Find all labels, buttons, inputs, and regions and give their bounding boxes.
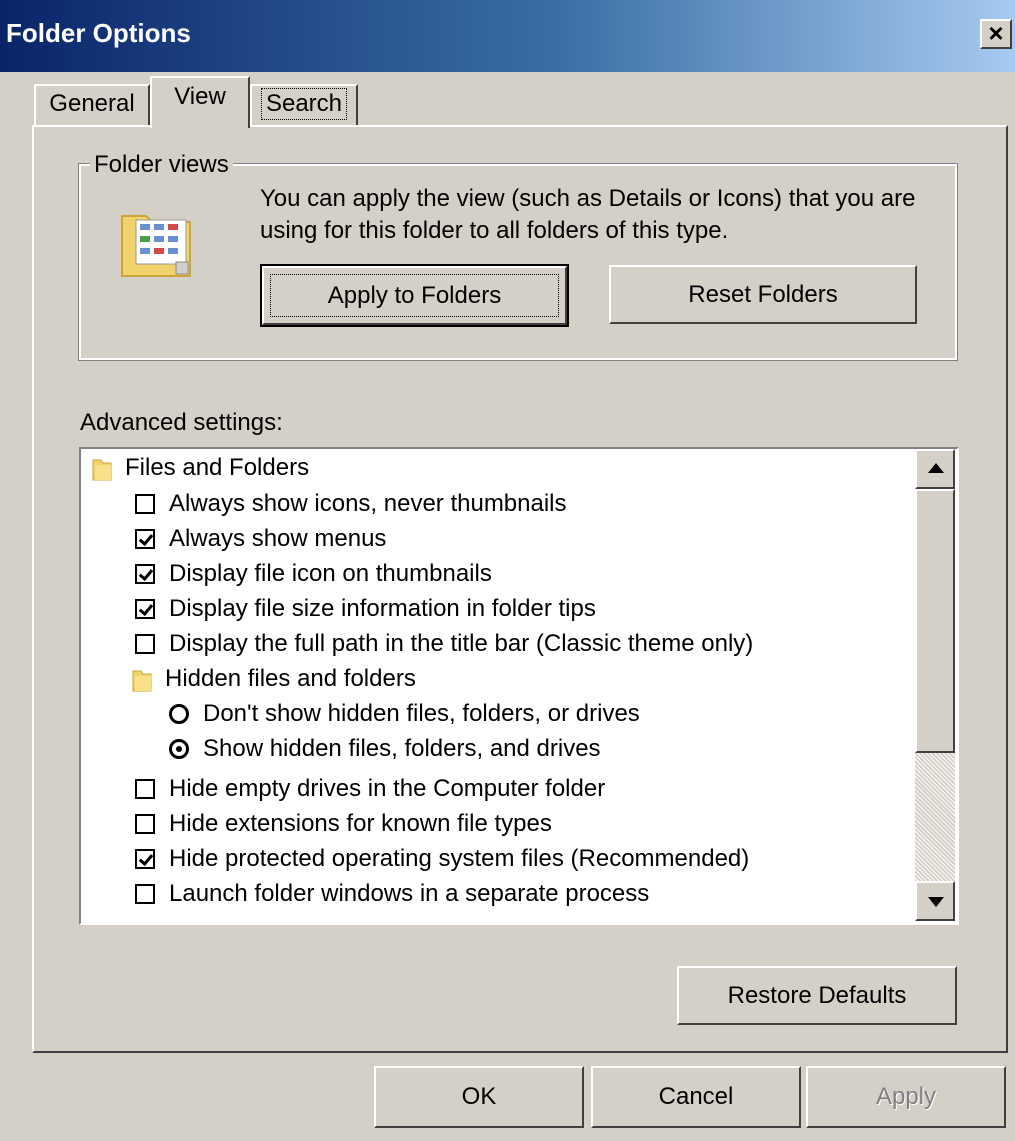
radio-button[interactable] (169, 739, 189, 759)
checkbox[interactable] (135, 564, 155, 584)
list-item-label: Always show menus (169, 525, 387, 552)
list-item-label: Display file icon on thumbnails (169, 560, 492, 587)
list-item-label: Launch folder windows in a separate proc… (169, 880, 650, 907)
checkbox[interactable] (135, 849, 155, 869)
tab-search-label: Search (260, 88, 348, 120)
scroll-up-button[interactable] (915, 449, 955, 489)
tab-view[interactable]: View (150, 76, 250, 128)
apply-to-folders-button[interactable]: Apply to Folders (260, 264, 569, 327)
list-item-label: Hide empty drives in the Computer folder (169, 775, 606, 802)
checkbox[interactable] (135, 529, 155, 549)
cancel-button[interactable]: Cancel (591, 1066, 801, 1128)
radio-button[interactable] (169, 704, 189, 724)
advanced-settings-scrollbar[interactable] (915, 449, 955, 921)
list-item-label: Don't show hidden files, folders, or dri… (203, 700, 640, 727)
checkbox[interactable] (135, 494, 155, 514)
scroll-thumb[interactable] (915, 489, 955, 753)
restore-defaults-button[interactable]: Restore Defaults (677, 966, 957, 1025)
checkbox[interactable] (135, 634, 155, 654)
tab-general[interactable]: General (34, 84, 150, 126)
list-item-label: Display file size information in folder … (169, 595, 596, 622)
checkbox[interactable] (135, 599, 155, 619)
apply-button[interactable]: Apply (806, 1066, 1006, 1128)
advanced-settings-list[interactable]: Files and Folders Always show icons, nev… (79, 447, 959, 925)
checkbox[interactable] (135, 884, 155, 904)
list-item-label: Show hidden files, folders, and drives (203, 735, 601, 762)
folder-view-icon (121, 215, 191, 277)
list-item-label: Display the full path in the title bar (… (169, 630, 754, 657)
list-item-label: Always show icons, never thumbnails (169, 490, 567, 517)
arrow-up-icon (928, 463, 944, 473)
list-item-label: Files and Folders (125, 454, 310, 481)
folder-icon (132, 670, 152, 692)
reset-folders-button[interactable]: Reset Folders (609, 265, 917, 324)
arrow-down-icon (928, 897, 944, 907)
title-bar: Folder Options × (0, 0, 1015, 72)
folder-icon (92, 459, 112, 481)
list-item-label: Hidden files and folders (165, 665, 416, 692)
checkbox[interactable] (135, 779, 155, 799)
ok-button[interactable]: OK (374, 1066, 584, 1128)
scroll-down-button[interactable] (915, 881, 955, 921)
list-item-label: Hide extensions for known file types (169, 810, 552, 837)
close-button[interactable]: × (980, 19, 1012, 49)
list-item-label: Hide protected operating system files (R… (169, 845, 750, 872)
folder-views-description: You can apply the view (such as Details … (260, 185, 916, 244)
advanced-settings-label: Advanced settings: (80, 409, 283, 436)
tab-search[interactable]: Search (250, 84, 358, 126)
window-title: Folder Options (6, 18, 191, 48)
folder-views-legend: Folder views (90, 151, 233, 179)
focus-rectangle (270, 274, 559, 317)
folder-options-dialog: Folder Options × General View Search Fol… (0, 0, 1015, 1141)
checkbox[interactable] (135, 814, 155, 834)
